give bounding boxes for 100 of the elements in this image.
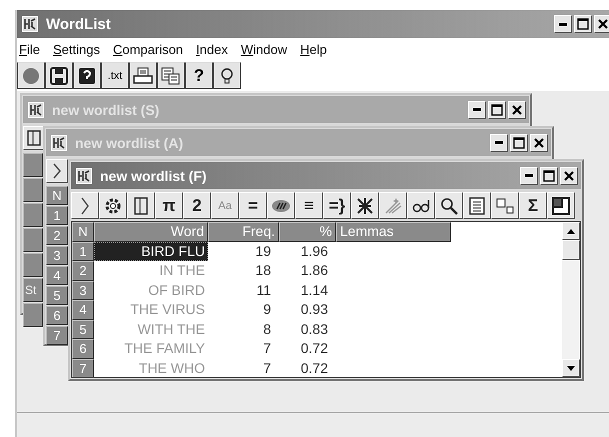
row-number: 3 [72, 280, 94, 300]
copy-button[interactable] [157, 62, 185, 89]
window-title: new wordlist (A) [75, 134, 184, 150]
search-icon [440, 196, 458, 214]
print-button[interactable] [129, 62, 157, 89]
scissors-button[interactable] [351, 192, 379, 219]
glasses-icon [412, 198, 430, 214]
menu-item[interactable]: Index [196, 42, 228, 56]
table-cell-text: 1.14 [300, 280, 329, 300]
close-icon [533, 136, 545, 148]
oval-icon [271, 198, 291, 212]
row-number: 1 [72, 242, 94, 261]
arrow-down-icon [567, 366, 575, 370]
table-cell-text: 0.83 [300, 320, 329, 338]
maximize-icon [491, 104, 503, 116]
table-cell-text: 0.72 [300, 358, 329, 377]
table-cell-text: 9 [262, 300, 272, 319]
window-button[interactable] [547, 192, 575, 219]
chevron-button[interactable] [46, 159, 68, 183]
table-cell-text: 7 [262, 358, 272, 377]
app-icon [22, 16, 38, 32]
columns-button[interactable] [23, 126, 45, 150]
table-cell-text: 0.93 [300, 300, 329, 319]
window-icon [552, 196, 570, 214]
app-icon [28, 102, 44, 118]
close-icon [511, 104, 523, 116]
table-cell-text: 7 [262, 339, 272, 358]
maximize-icon [513, 136, 525, 148]
search-button[interactable] [435, 192, 463, 219]
minimize-icon [525, 174, 533, 177]
scroll-down-button[interactable] [562, 359, 580, 377]
sparkle-icon [384, 196, 402, 214]
menu-item[interactable]: Settings [52, 42, 100, 56]
table-cell-text: 18 [254, 261, 272, 280]
bulb-button[interactable] [213, 62, 241, 89]
boxes-button[interactable] [491, 192, 519, 219]
close-button[interactable] [560, 166, 578, 184]
window-title: new wordlist (F) [100, 168, 208, 184]
document-button[interactable] [463, 192, 491, 219]
columns-button[interactable] [127, 192, 155, 219]
table-cell[interactable]: BIRD FLU [94, 242, 208, 261]
document-icon [469, 196, 485, 214]
window-title: WordList [46, 16, 112, 32]
help-icon [78, 66, 96, 84]
gear-button[interactable] [99, 192, 127, 219]
menu-item[interactable]: File [19, 42, 40, 56]
table-cell-text: 11 [255, 280, 272, 300]
maximize-button[interactable] [574, 15, 592, 33]
menu-item[interactable]: Window [240, 42, 288, 56]
wand-button[interactable] [379, 192, 407, 219]
row-number: 4 [46, 266, 68, 285]
save-button[interactable] [45, 62, 73, 89]
glasses-button[interactable] [407, 192, 435, 219]
save-icon [50, 66, 68, 84]
column-header: N [72, 222, 94, 242]
toolbar-button[interactable]: =} [323, 192, 351, 219]
minimize-icon [495, 141, 503, 144]
maximize-button[interactable] [540, 166, 558, 184]
row-number: 2 [46, 226, 68, 245]
minimize-button[interactable] [520, 166, 538, 184]
row-header-cell: St [23, 278, 43, 302]
maximize-icon [577, 18, 589, 30]
row-number: 7 [72, 358, 94, 377]
toolbar-button[interactable]: ? [185, 62, 213, 89]
stop-button[interactable] [17, 62, 45, 89]
scroll-up-button[interactable] [562, 222, 580, 240]
column-header: N [46, 186, 68, 205]
columns-icon [134, 196, 148, 214]
help-disk-button[interactable] [73, 62, 101, 89]
scroll-thumb[interactable] [562, 240, 580, 260]
row-number: 4 [72, 300, 94, 320]
scrollbar[interactable] [562, 222, 580, 377]
gear-icon [104, 196, 122, 214]
toolbar-button[interactable]: Σ [519, 192, 547, 219]
toolbar-button[interactable]: 2 [183, 192, 211, 219]
row-number: 6 [46, 306, 68, 325]
toolbar-button[interactable]: = [239, 192, 267, 219]
arrow-up-icon [567, 228, 575, 234]
asterisk-icon [356, 196, 374, 214]
circle-icon [22, 66, 40, 84]
minimize-button[interactable] [554, 15, 572, 33]
app-icon [76, 168, 92, 184]
close-icon [563, 170, 575, 182]
chevron-icon [53, 163, 61, 179]
chevron-icon [81, 196, 89, 214]
toolbar-button[interactable]: ≡ [295, 192, 323, 219]
menu-item[interactable]: Help [300, 42, 327, 56]
close-icon [597, 18, 609, 30]
row-number: 6 [72, 339, 94, 358]
row-number: 7 [46, 326, 68, 345]
printer-icon [133, 66, 153, 84]
minimize-icon [473, 108, 481, 111]
toolbar-button[interactable]: .txt [101, 62, 129, 89]
chevron-button[interactable] [71, 192, 99, 219]
close-button[interactable] [594, 15, 609, 33]
row-number: 1 [46, 206, 68, 225]
table-cell-text: 1.86 [300, 261, 329, 280]
menu-item[interactable]: Comparison [112, 42, 184, 56]
oval-button[interactable] [267, 192, 295, 219]
toolbar-button[interactable]: π [155, 192, 183, 219]
